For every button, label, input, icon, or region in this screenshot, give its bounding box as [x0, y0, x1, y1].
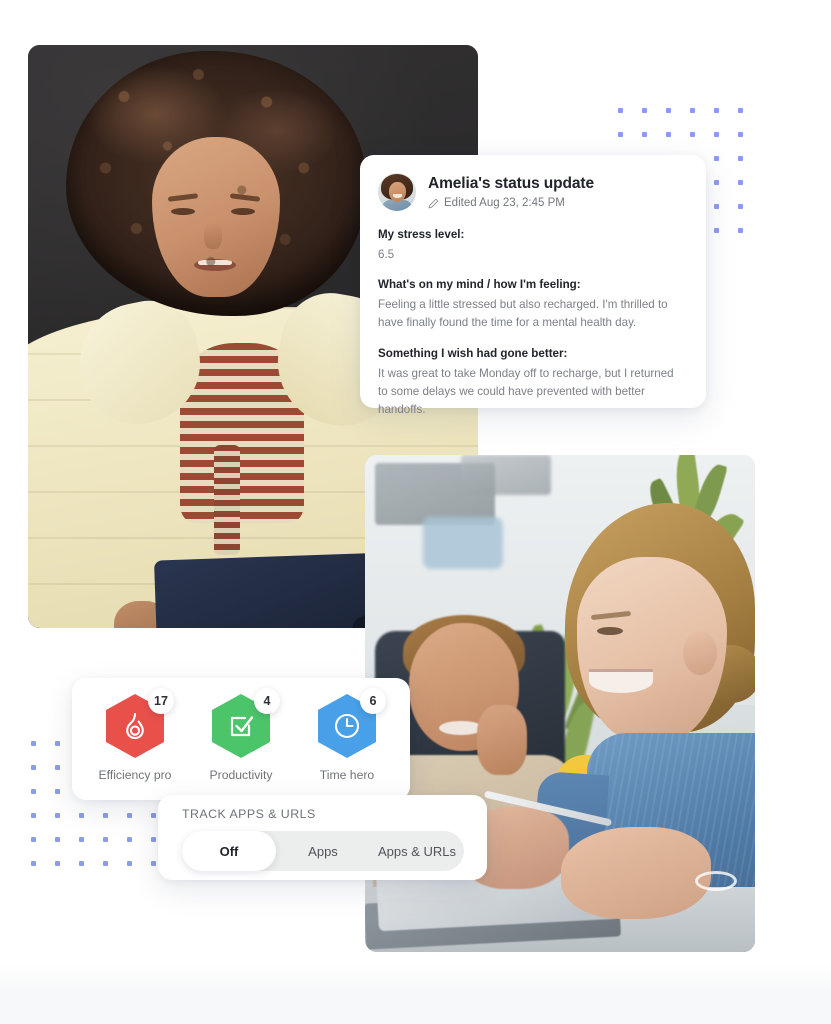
status-card-title-block: Amelia's status update Edited Aug 23, 2:… — [428, 175, 594, 210]
page-canvas: Amelia's status update Edited Aug 23, 2:… — [0, 0, 831, 1024]
decorative-dot — [31, 837, 36, 842]
status-update-card: Amelia's status update Edited Aug 23, 2:… — [360, 155, 706, 416]
decorative-dot — [642, 132, 647, 137]
edited-meta: Edited Aug 23, 2:45 PM — [428, 197, 594, 209]
avatar — [378, 173, 416, 211]
field-label: My stress level: — [378, 228, 465, 241]
decorative-dot — [738, 180, 743, 185]
decorative-dot — [690, 132, 695, 137]
status-card-body: My stress level: 6.5 What's on my mind /… — [360, 211, 706, 419]
badge-productivity[interactable]: 4 Productivity — [191, 688, 291, 783]
badge-label: Productivity — [209, 768, 273, 782]
decorative-dot — [714, 228, 719, 233]
page-title: Amelia's status update — [428, 174, 595, 192]
decorative-dot — [738, 108, 743, 113]
decorative-dot — [31, 861, 36, 866]
woman-eye — [597, 627, 623, 635]
striped-shirt-placket — [214, 445, 240, 555]
badge-hex-wrap: 6 — [318, 688, 386, 758]
decorative-dot — [714, 204, 719, 209]
decorative-dot — [103, 813, 108, 818]
avatar-smile — [393, 194, 402, 198]
badge-hex-wrap: 4 — [212, 688, 280, 758]
segment-apps[interactable]: Apps — [276, 831, 370, 871]
decorative-dot — [666, 108, 671, 113]
badge-label: Time hero — [319, 768, 375, 782]
decorative-dot — [55, 789, 60, 794]
decorative-dot — [31, 813, 36, 818]
status-field-better: Something I wish had gone better: It was… — [378, 346, 686, 419]
field-value: Feeling a little stressed but also recha… — [378, 297, 668, 330]
decorative-dot — [31, 741, 36, 746]
track-mode-segmented-control[interactable]: Off Apps Apps & URLs — [182, 831, 464, 871]
decorative-dot — [618, 132, 623, 137]
blue-chair-back — [423, 517, 503, 569]
decorative-dot — [666, 132, 671, 137]
decorative-dot — [55, 813, 60, 818]
decorative-dot — [127, 837, 132, 842]
field-label: Something I wish had gone better: — [378, 347, 568, 361]
decorative-dot — [714, 156, 719, 161]
decorative-dot — [79, 813, 84, 818]
decorative-dot — [31, 765, 36, 770]
field-label: What's on my mind / how I'm feeling: — [378, 278, 581, 292]
man-hand — [477, 705, 527, 775]
badge-efficiency-pro[interactable]: 17 Efficiency pro — [85, 688, 185, 783]
badges-row: 17 Efficiency pro 4 Productivity 6 Time … — [72, 678, 410, 783]
decorative-dot — [55, 861, 60, 866]
achievement-badges-card: 17 Efficiency pro 4 Productivity 6 Time … — [72, 678, 410, 800]
badge-count: 17 — [148, 688, 174, 714]
decorative-dot — [31, 789, 36, 794]
field-value: It was great to take Monday off to recha… — [378, 366, 674, 417]
decorative-dot — [103, 837, 108, 842]
status-field-mind: What's on my mind / how I'm feeling: Fee… — [378, 277, 686, 332]
decorative-dot — [738, 204, 743, 209]
decorative-dot — [55, 765, 60, 770]
track-apps-urls-card: TRACK APPS & URLS Off Apps Apps & URLs — [158, 795, 487, 880]
decorative-dot — [55, 741, 60, 746]
decorative-dot — [127, 813, 132, 818]
decorative-dot — [738, 132, 743, 137]
shelf-upper — [461, 455, 551, 495]
track-apps-title: TRACK APPS & URLS — [182, 807, 316, 821]
badge-count: 4 — [254, 688, 280, 714]
decorative-dot — [690, 108, 695, 113]
decorative-dot — [103, 861, 108, 866]
badge-label: Efficiency pro — [98, 768, 172, 782]
page-bottom-band — [0, 964, 831, 1024]
decorative-dot — [151, 861, 156, 866]
decorative-dot — [714, 180, 719, 185]
decorative-dot — [642, 108, 647, 113]
decorative-dot — [714, 108, 719, 113]
field-value: 6.5 — [378, 247, 395, 261]
decorative-dot — [79, 837, 84, 842]
segment-off[interactable]: Off — [182, 831, 276, 871]
decorative-dot — [714, 132, 719, 137]
decorative-dot — [79, 861, 84, 866]
decorative-dot — [55, 837, 60, 842]
decorative-dot — [127, 861, 132, 866]
status-field-stress: My stress level: 6.5 — [378, 227, 686, 263]
badge-time-hero[interactable]: 6 Time hero — [297, 688, 397, 783]
decorative-dot — [151, 837, 156, 842]
decorative-dot — [738, 156, 743, 161]
woman-smile — [589, 669, 653, 693]
status-card-header: Amelia's status update Edited Aug 23, 2:… — [360, 155, 706, 211]
segment-apps-urls[interactable]: Apps & URLs — [370, 831, 464, 871]
decorative-dot — [151, 813, 156, 818]
badge-count: 6 — [360, 688, 386, 714]
decorative-dot — [618, 108, 623, 113]
decorative-dot — [738, 228, 743, 233]
badge-hex-wrap: 17 — [106, 688, 174, 758]
avatar-face — [389, 182, 406, 202]
pencil-icon — [428, 198, 439, 209]
woman-ear — [683, 631, 717, 675]
bracelet — [695, 871, 737, 891]
edited-meta-label: Edited Aug 23, 2:45 PM — [444, 197, 565, 210]
woman-hand — [561, 827, 711, 919]
